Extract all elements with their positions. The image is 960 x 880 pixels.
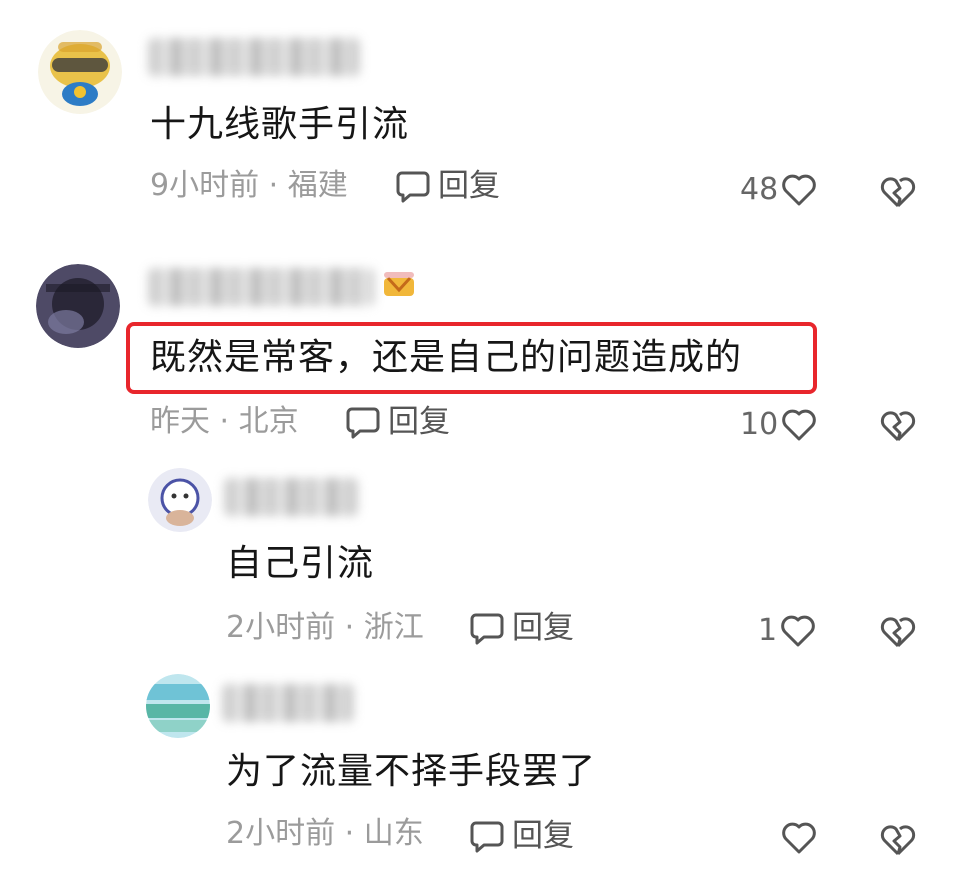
broken-heart-icon[interactable]: [878, 612, 918, 652]
like-button[interactable]: 10: [740, 405, 818, 445]
broken-heart-icon[interactable]: [878, 820, 918, 860]
comment-time-location: 2小时前 · 浙江: [226, 610, 424, 645]
username-blurred[interactable]: [148, 38, 360, 76]
comment-bubble-icon: [346, 407, 380, 439]
avatar[interactable]: [36, 264, 120, 348]
comment-time-location: 昨天 · 北京: [150, 404, 299, 439]
comment-item: 十九线歌手引流 9小时前 · 福建 回复 48: [0, 0, 960, 230]
reply-label: 回复: [388, 404, 450, 440]
heart-outline-icon: [782, 822, 816, 854]
avatar[interactable]: [146, 674, 210, 738]
badge-icon: [384, 272, 414, 296]
like-count: 1: [758, 613, 778, 648]
reply-label: 回复: [438, 168, 500, 204]
comment-bubble-icon: [396, 171, 430, 203]
comment-item: 既然是常客，还是自己的问题造成的 昨天 · 北京 回复 10: [0, 230, 960, 460]
comment-bubble-icon: [470, 613, 504, 645]
heart-outline-icon: [781, 615, 815, 647]
broken-heart-icon[interactable]: [878, 172, 918, 212]
reply-button[interactable]: 回复: [468, 816, 574, 856]
reply-button[interactable]: 回复: [344, 402, 450, 442]
comment-text: 为了流量不择手段罢了: [226, 751, 597, 792]
comment-text: 自己引流: [226, 543, 375, 584]
reply-button[interactable]: 回复: [468, 608, 574, 648]
comment-text: 既然是常客，还是自己的问题造成的: [150, 337, 743, 378]
comment-time-location: 2小时前 · 山东: [226, 816, 424, 851]
like-button[interactable]: [778, 818, 818, 858]
avatar[interactable]: [38, 30, 122, 114]
username-blurred[interactable]: [222, 684, 354, 722]
heart-outline-icon: [782, 409, 817, 441]
reply-item: 为了流量不择手段罢了 2小时前 · 山东 回复: [0, 670, 960, 880]
username-blurred[interactable]: [224, 478, 358, 516]
comment-bubble-icon: [470, 821, 504, 853]
username-blurred[interactable]: [148, 268, 374, 306]
reply-label: 回复: [512, 818, 574, 854]
like-count: 48: [740, 172, 779, 207]
reply-button[interactable]: 回复: [394, 166, 500, 206]
broken-heart-icon[interactable]: [878, 406, 918, 446]
like-button[interactable]: 1: [758, 611, 817, 651]
reply-label: 回复: [512, 610, 574, 646]
avatar[interactable]: [148, 468, 212, 532]
comment-time-location: 9小时前 · 福建: [150, 168, 348, 203]
like-button[interactable]: 48: [740, 170, 818, 210]
reply-item: 自己引流 2小时前 · 浙江 回复 1: [0, 460, 960, 670]
like-count: 10: [740, 407, 779, 442]
comment-text: 十九线歌手引流: [150, 104, 410, 145]
heart-outline-icon: [782, 174, 817, 206]
